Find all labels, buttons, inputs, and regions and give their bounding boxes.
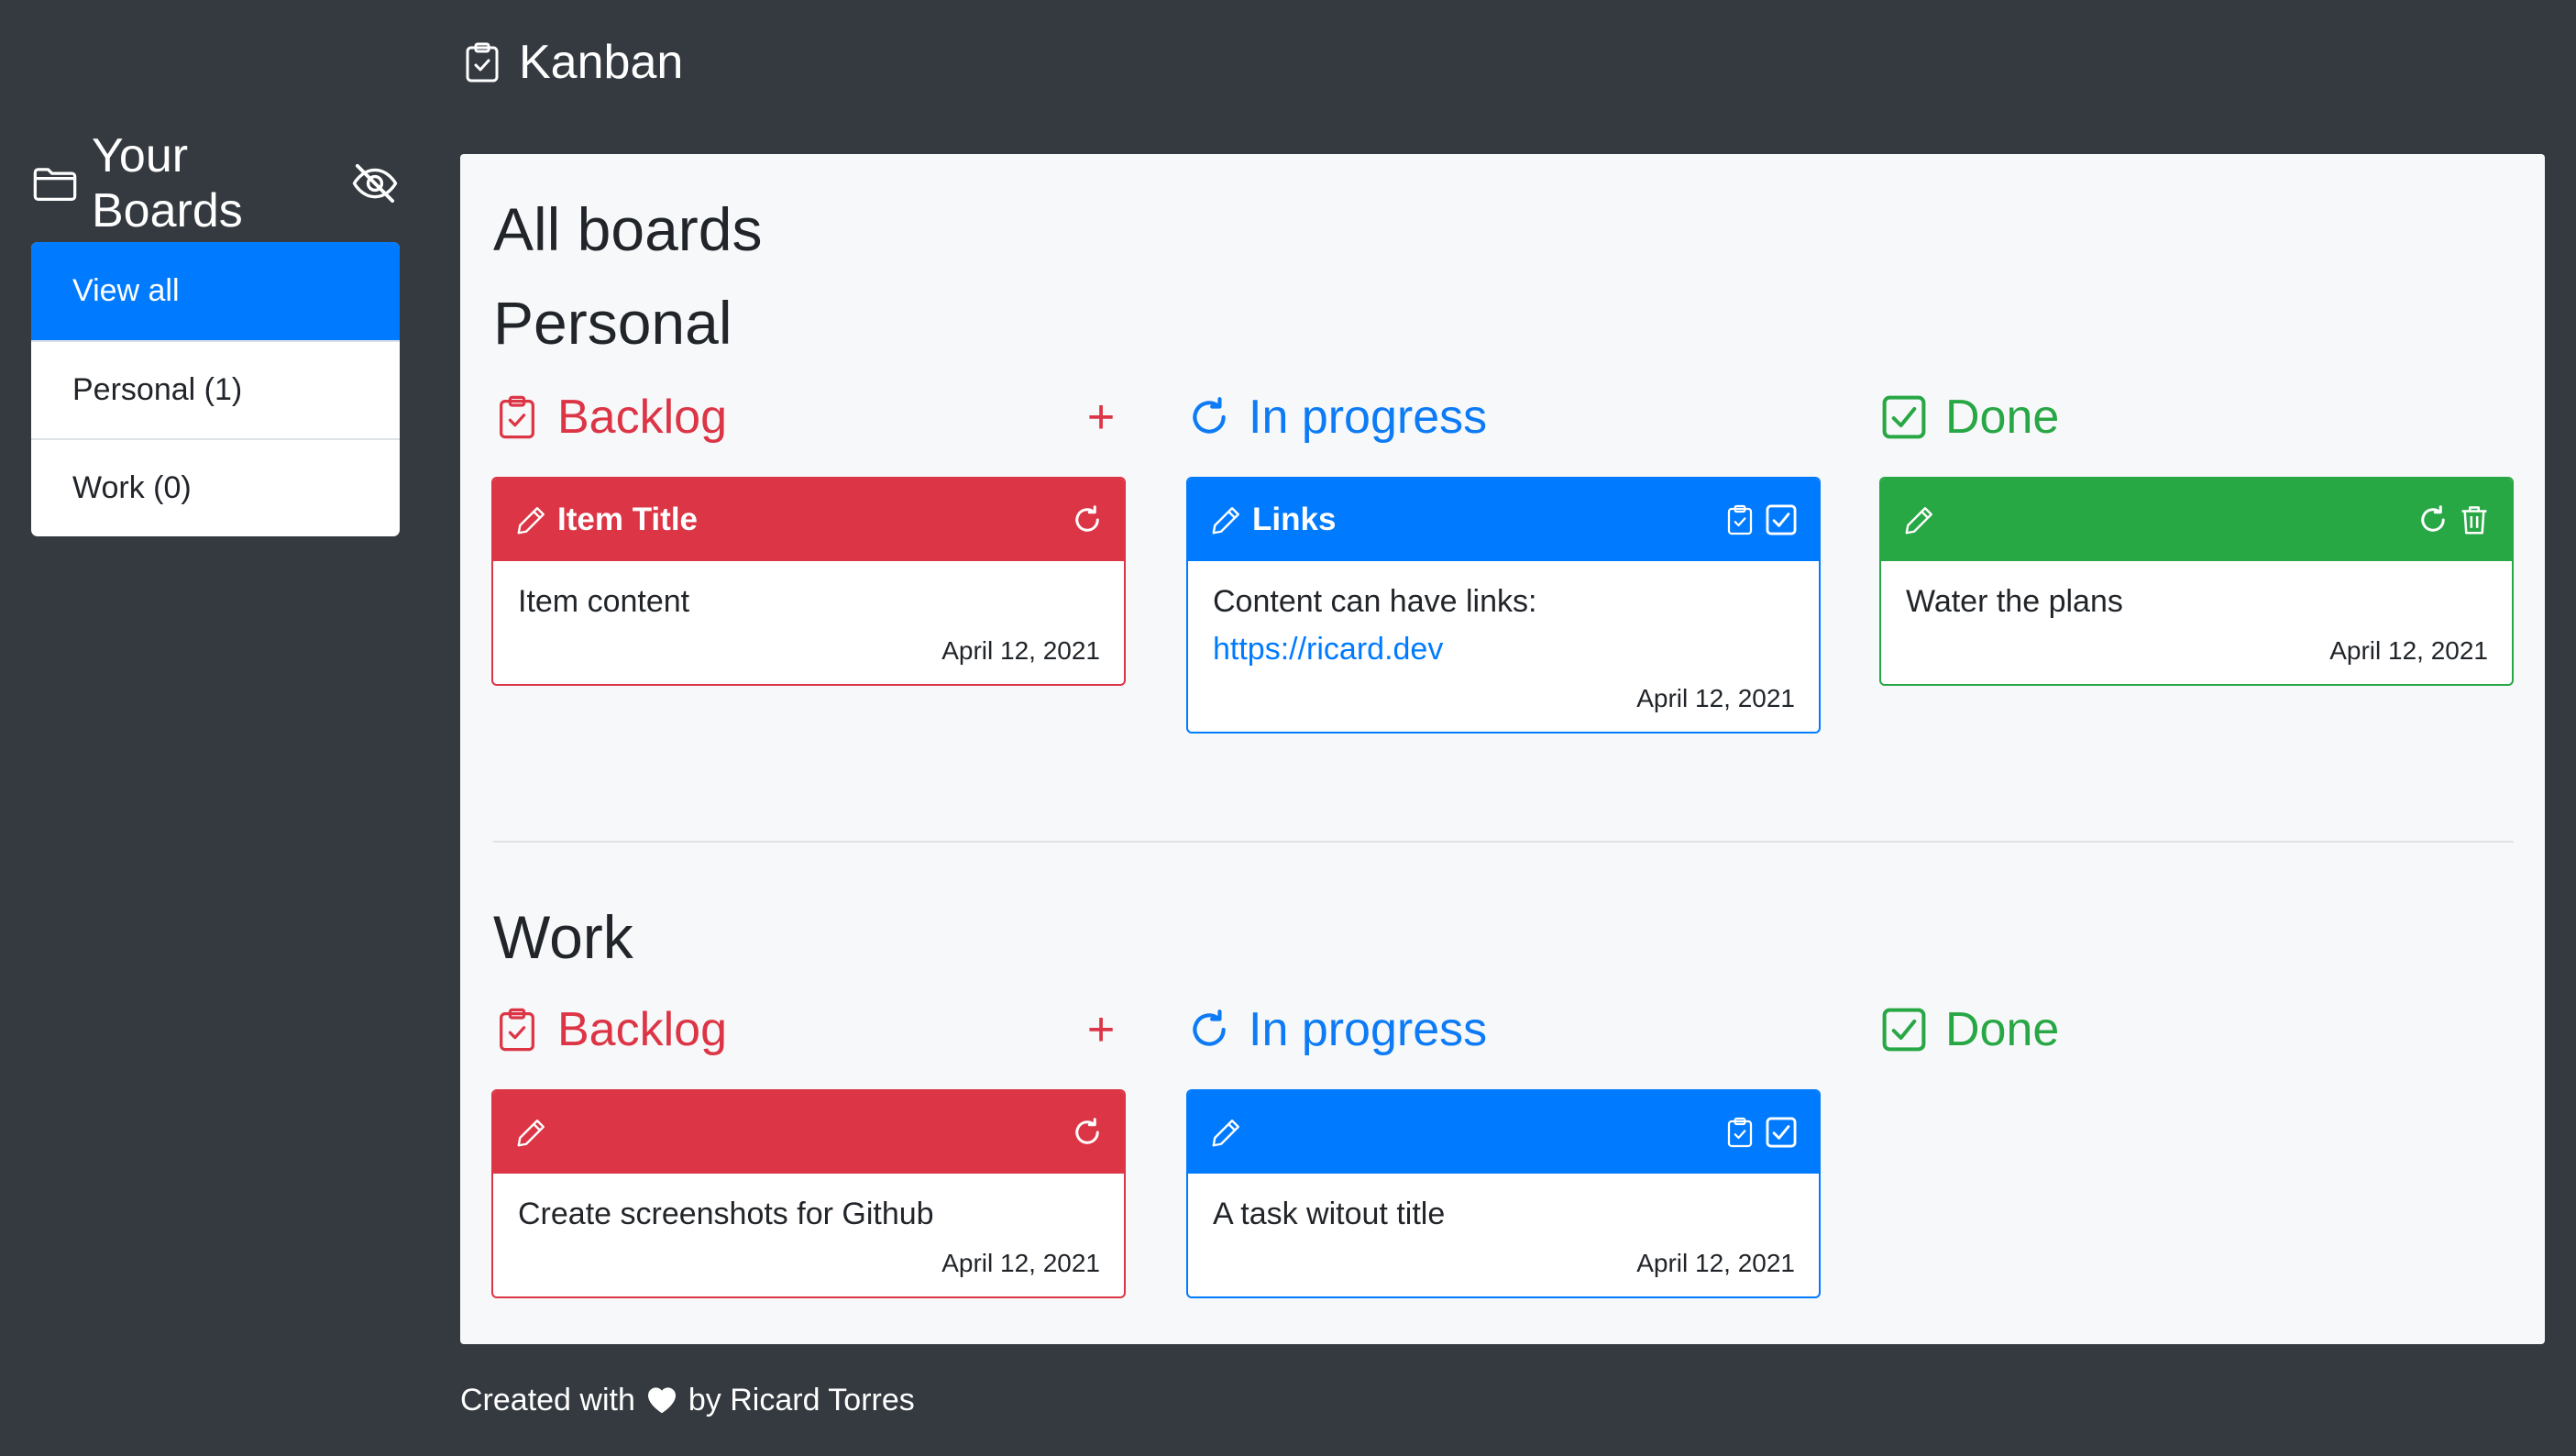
move-to-in-progress-icon[interactable] xyxy=(1071,1116,1104,1149)
heart-icon xyxy=(644,1383,679,1417)
column-title: Backlog xyxy=(557,391,727,444)
trash-icon[interactable] xyxy=(2457,502,2492,537)
move-to-done-icon[interactable] xyxy=(1764,1115,1799,1150)
move-to-done-icon[interactable] xyxy=(1764,502,1799,537)
card-link[interactable]: https://ricard.dev xyxy=(1213,625,1795,673)
sidebar-item-personal[interactable]: Personal (1) xyxy=(31,340,400,438)
add-item-button[interactable]: + xyxy=(1078,1003,1124,1056)
pencil-icon[interactable] xyxy=(1903,503,1936,536)
card-header: Item Title xyxy=(493,479,1124,561)
folder-icon xyxy=(31,160,79,207)
card-body: Create screenshots for Github April 12, … xyxy=(493,1174,1124,1296)
column-title: Backlog xyxy=(557,1003,727,1056)
card-title: Item Title xyxy=(557,502,699,537)
task-card: Item Title Item content April 12, 2021 xyxy=(491,477,1126,686)
task-card: Create screenshots for Github April 12, … xyxy=(491,1089,1126,1298)
add-item-button[interactable]: + xyxy=(1078,391,1124,444)
sidebar: Your Boards View all Personal (1) Work (… xyxy=(31,129,400,536)
card-date: April 12, 2021 xyxy=(2329,636,2488,665)
sidebar-header: Your Boards xyxy=(31,129,400,237)
column-title: In progress xyxy=(1249,1003,1488,1056)
column-header-in-progress: In progress xyxy=(1186,385,1487,449)
card-body: A task witout title April 12, 2021 xyxy=(1188,1174,1819,1296)
card-content: Content can have links: xyxy=(1213,584,1537,619)
board-title-work: Work xyxy=(493,903,633,971)
board-title-personal: Personal xyxy=(493,289,732,357)
card-body: Item content April 12, 2021 xyxy=(493,561,1124,684)
column-header-backlog: Backlog xyxy=(493,998,727,1062)
footer: Created with by Ricard Torres xyxy=(460,1377,915,1423)
column-header-backlog: Backlog xyxy=(493,385,727,449)
column-title: Done xyxy=(1945,391,2060,444)
board-divider xyxy=(493,841,2514,843)
card-date: April 12, 2021 xyxy=(941,636,1100,665)
eye-slash-icon[interactable] xyxy=(350,159,400,208)
card-content: A task witout title xyxy=(1213,1197,1446,1231)
card-content: Water the plans xyxy=(1906,584,2123,619)
column-header-done: Done xyxy=(1879,385,2059,449)
card-content: Create screenshots for Github xyxy=(518,1197,934,1231)
card-body: Water the plans April 12, 2021 xyxy=(1881,561,2512,684)
pencil-icon[interactable] xyxy=(1210,1116,1243,1149)
card-date: April 12, 2021 xyxy=(941,1249,1100,1277)
clipboard-check-icon xyxy=(493,392,541,443)
app-title: Kanban xyxy=(519,36,684,89)
refresh-icon xyxy=(1186,1007,1232,1053)
pencil-icon[interactable] xyxy=(515,1116,548,1149)
card-header: Links xyxy=(1188,479,1819,561)
card-header xyxy=(1188,1091,1819,1174)
clipboard-check-icon xyxy=(460,37,504,88)
pencil-icon[interactable] xyxy=(1210,503,1243,536)
column-header-in-progress: In progress xyxy=(1186,998,1487,1062)
page-title: All boards xyxy=(493,195,763,263)
footer-prefix: Created with xyxy=(460,1382,635,1417)
board-list: View all Personal (1) Work (0) xyxy=(31,242,400,536)
column-header-done: Done xyxy=(1879,998,2059,1062)
card-body: Content can have links: https://ricard.d… xyxy=(1188,561,1819,732)
move-to-backlog-icon[interactable] xyxy=(1723,502,1756,537)
sidebar-item-work[interactable]: Work (0) xyxy=(31,438,400,536)
column-title: Done xyxy=(1945,1003,2060,1056)
app-header: Kanban xyxy=(460,35,683,90)
refresh-icon xyxy=(1186,394,1232,440)
clipboard-check-icon xyxy=(493,1004,541,1055)
move-to-in-progress-icon[interactable] xyxy=(1071,503,1104,536)
task-card: Links Content can have links: https://ri… xyxy=(1186,477,1821,734)
task-card: A task witout title April 12, 2021 xyxy=(1186,1089,1821,1298)
card-content: Item content xyxy=(518,584,690,619)
sidebar-title: Your Boards xyxy=(92,129,243,237)
footer-suffix: by Ricard Torres xyxy=(688,1382,915,1417)
sidebar-item-view-all[interactable]: View all xyxy=(31,242,400,340)
checkbox-icon xyxy=(1879,392,1929,442)
column-title: In progress xyxy=(1249,391,1488,444)
pencil-icon[interactable] xyxy=(515,503,548,536)
move-to-in-progress-icon[interactable] xyxy=(2416,503,2449,536)
task-card: Water the plans April 12, 2021 xyxy=(1879,477,2514,686)
move-to-backlog-icon[interactable] xyxy=(1723,1115,1756,1150)
card-header xyxy=(493,1091,1124,1174)
card-date: April 12, 2021 xyxy=(1636,1249,1795,1277)
card-header xyxy=(1881,479,2512,561)
main-panel: All boards Personal Backlog + In progres… xyxy=(460,154,2545,1344)
card-title: Links xyxy=(1252,502,1337,537)
checkbox-icon xyxy=(1879,1005,1929,1054)
card-date: April 12, 2021 xyxy=(1636,684,1795,712)
